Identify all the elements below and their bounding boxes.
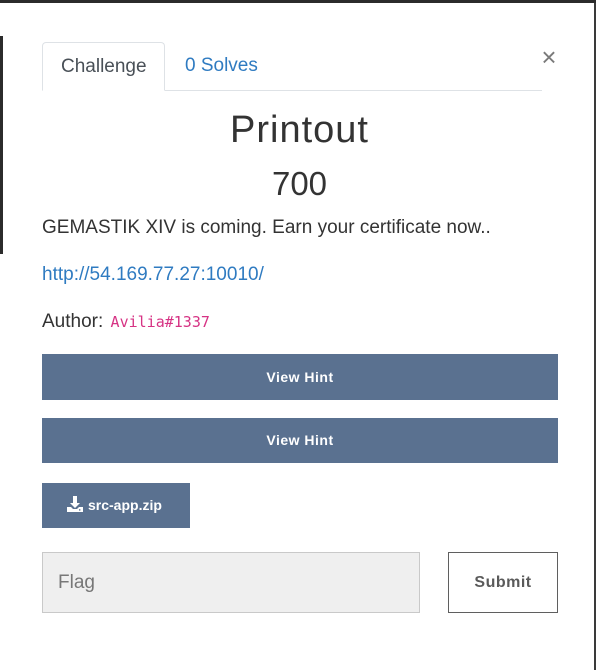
challenge-title: Printout: [230, 109, 369, 151]
download-file-button[interactable]: src-app.zip: [42, 483, 190, 528]
challenge-author: Author: Avilia#1337: [42, 311, 210, 333]
challenge-value: 700: [271, 165, 328, 202]
download-icon: [67, 496, 83, 512]
file-name-label: src-app.zip: [88, 497, 162, 513]
tab-challenge[interactable]: Challenge: [42, 42, 165, 91]
tab-solves[interactable]: 0 Solves: [167, 42, 276, 90]
challenge-description: GEMASTIK XIV is coming. Earn your certif…: [42, 217, 491, 238]
challenge-link[interactable]: http://54.169.77.27:10010/: [42, 264, 264, 286]
close-button[interactable]: ×: [539, 43, 559, 71]
view-hint-button-1[interactable]: View Hint: [42, 354, 558, 400]
author-handle: Avilia#1337: [110, 313, 210, 331]
flag-input[interactable]: [42, 552, 420, 613]
challenge-modal: Challenge 0 Solves × Printout 700 GEMAST…: [3, 3, 594, 670]
author-label: Author:: [42, 311, 104, 332]
modal-tabs: Challenge 0 Solves: [42, 42, 542, 91]
submit-button[interactable]: Submit: [448, 552, 558, 613]
view-hint-button-2[interactable]: View Hint: [42, 418, 558, 463]
